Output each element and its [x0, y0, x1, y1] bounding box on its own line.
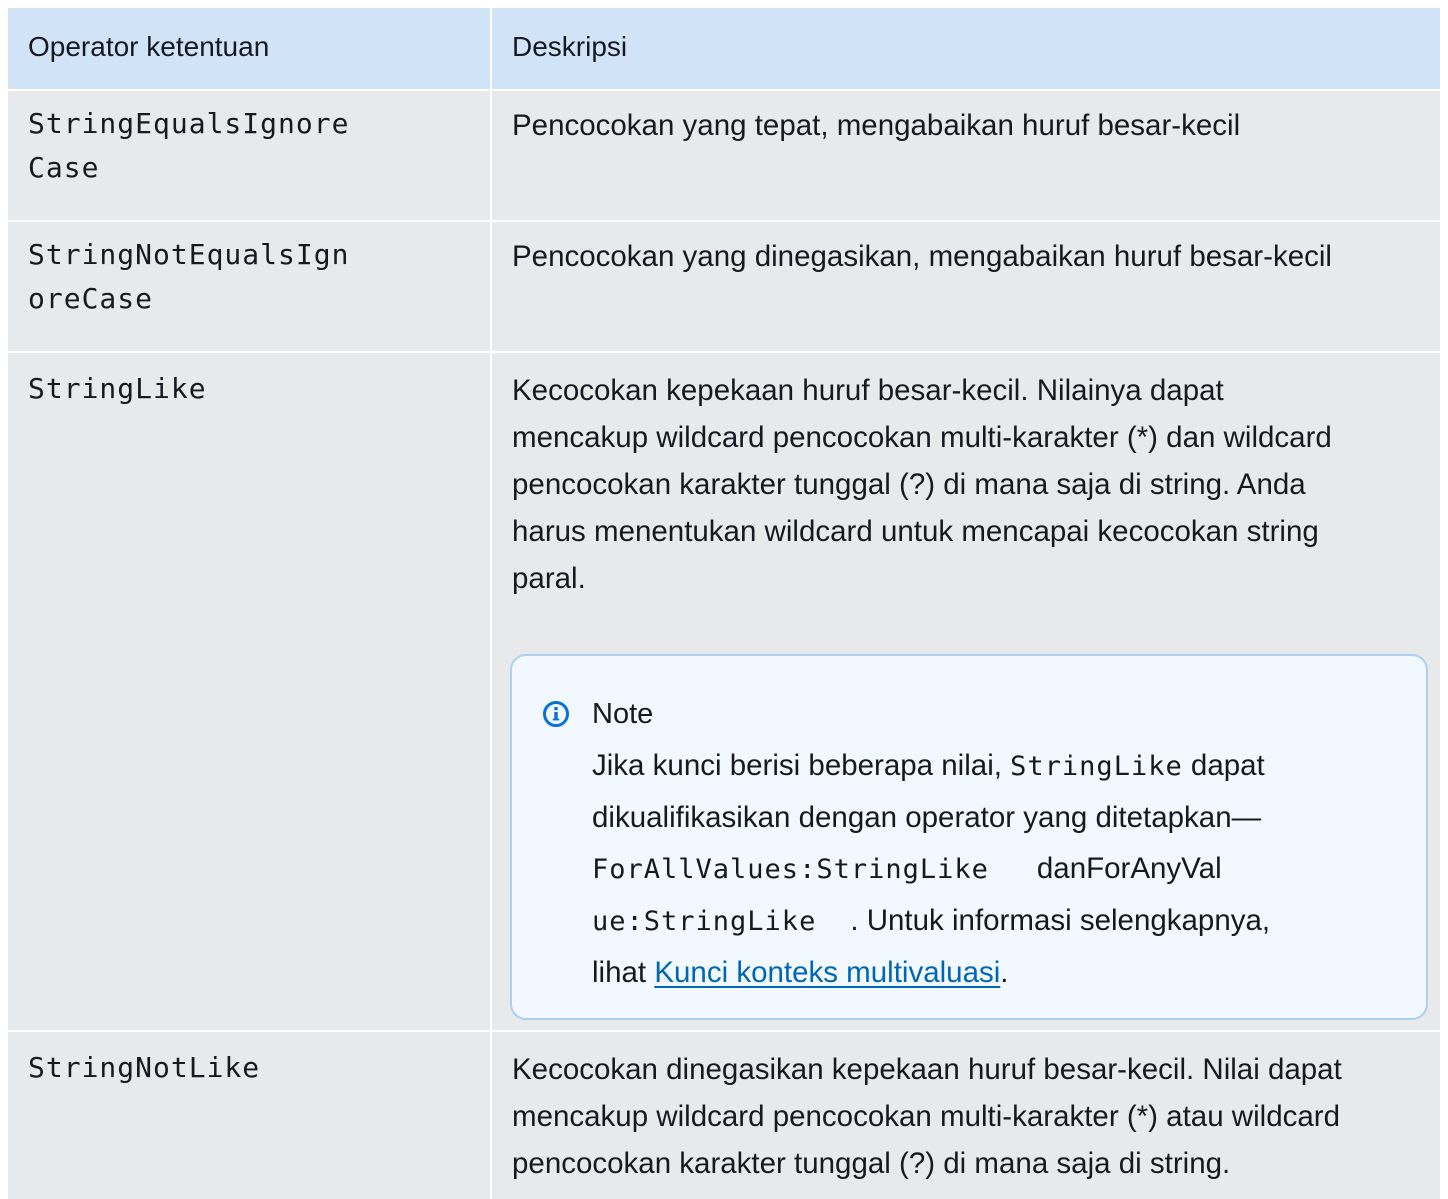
note-text: Jika kunci berisi beberapa nilai, [592, 749, 1002, 782]
note-text: danForAnyVal [1036, 852, 1222, 885]
note-header: Note [542, 694, 1396, 734]
operator-name-line: StringEqualsIgnore [28, 107, 350, 140]
description-cell: Pencocokan yang tepat, mengabaikan huruf… [512, 109, 1241, 142]
condition-operators-table: Operator ketentuan Deskripsi StringEqual… [8, 8, 1440, 1199]
operator-name-line: oreCase [28, 282, 154, 315]
note-text: . [1000, 956, 1009, 989]
description-text: Kecocokan kepekaan huruf besar-kecil. Ni… [512, 367, 1420, 602]
description-cell: Kecocokan dinegasikan kepekaan huruf bes… [492, 1032, 1440, 1199]
note-title: Note [592, 697, 654, 730]
note-text: . Untuk informasi selengkapnya, [850, 904, 1271, 937]
operator-name-line: StringNotLike [28, 1051, 261, 1084]
operator-name-line: StringNotEqualsIgn [28, 238, 350, 271]
note-line: ue:StringLike . Untuk informasi selengkap… [592, 895, 1396, 947]
inline-code: ForAllValues:StringLike [592, 854, 989, 885]
description-cell: Kecocokan kepekaan huruf besar-kecil. Ni… [492, 353, 1440, 1030]
table-row: StringEqualsIgnore Case Pencocokan yang … [8, 91, 1440, 222]
inline-code: StringLike [1010, 751, 1183, 782]
note-text: dapat [1182, 749, 1265, 782]
description-line: Kecocokan kepekaan huruf besar-kecil. Ni… [512, 374, 1224, 407]
operator-cell: StringEqualsIgnore Case [8, 91, 492, 220]
operator-name-line: StringLike [28, 372, 207, 405]
table-row: StringNotLike Kecocokan dinegasikan kepe… [8, 1032, 1440, 1199]
note-text: lihat [592, 956, 655, 989]
description-line: paral. [512, 562, 586, 595]
operator-cell: StringNotLike [8, 1032, 492, 1199]
description-cell: Pencocokan yang dinegasikan, mengabaikan… [512, 240, 1332, 273]
table-row: StringNotEqualsIgn oreCase Pencocokan ya… [8, 222, 1440, 353]
column-header-description: Deskripsi [512, 31, 628, 62]
description-line: mencakup wildcard pencocokan multi-karak… [512, 421, 1332, 454]
table-header-row: Operator ketentuan Deskripsi [8, 8, 1440, 91]
description-line: Kecocokan dinegasikan kepekaan huruf bes… [512, 1053, 1342, 1086]
description-line: pencocokan karakter tunggal (?) di mana … [512, 468, 1306, 501]
note-body: Jika kunci berisi beberapa nilai, String… [592, 740, 1396, 998]
description-line: harus menentukan wildcard untuk mencapai… [512, 515, 1319, 548]
multivalued-context-keys-link[interactable]: Kunci konteks multivaluasi [654, 956, 1000, 989]
operator-name-line: Case [28, 151, 100, 184]
info-icon [542, 700, 570, 728]
operator-cell: StringLike [8, 353, 492, 1030]
note-callout: Note Jika kunci berisi beberapa nilai, S… [510, 654, 1428, 1020]
note-line: Jika kunci berisi beberapa nilai, String… [592, 740, 1396, 792]
description-line: mencakup wildcard pencocokan multi-karak… [512, 1100, 1341, 1133]
note-line: ForAllValues:StringLike danForAnyVal [592, 843, 1396, 895]
column-header-operator: Operator ketentuan [8, 8, 492, 89]
note-line: lihat Kunci konteks multivaluasi. [592, 947, 1396, 998]
description-line: pencocokan karakter tunggal (?) di mana … [512, 1147, 1231, 1180]
note-line: dikualifikasikan dengan operator yang di… [592, 801, 1262, 834]
inline-code: ue:StringLike [592, 906, 817, 937]
operator-cell: StringNotEqualsIgn oreCase [8, 222, 492, 351]
table-row: StringLike Kecocokan kepekaan huruf besa… [8, 353, 1440, 1032]
